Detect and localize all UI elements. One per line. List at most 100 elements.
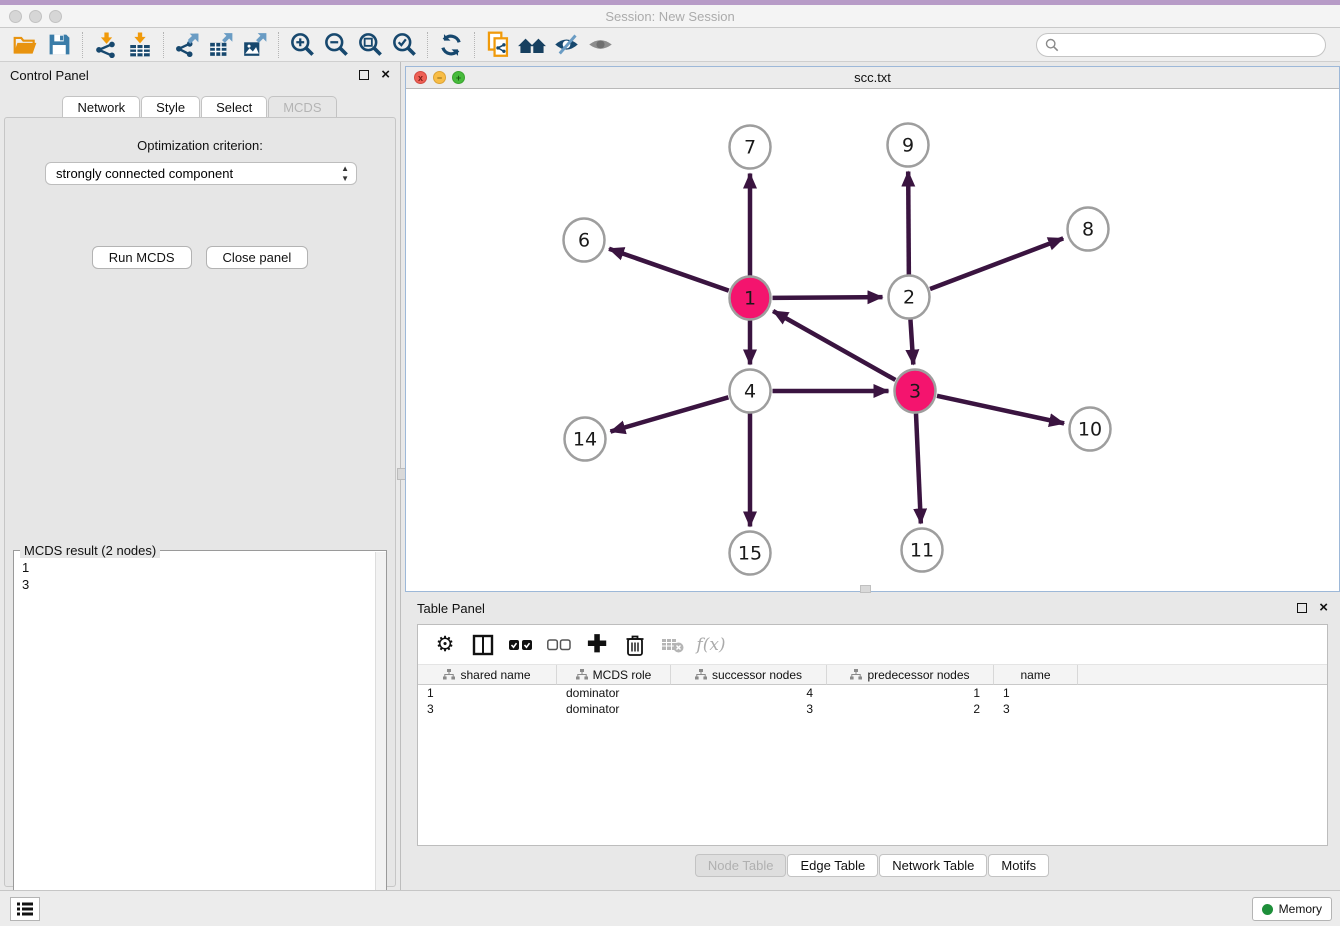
mcds-result-box: MCDS result (2 nodes) 1 3 [13, 550, 387, 926]
column-tree-icon [443, 669, 455, 680]
show-graphics-icon[interactable] [583, 30, 617, 60]
column-header-name[interactable]: name [994, 665, 1078, 685]
run-mcds-button[interactable]: Run MCDS [92, 246, 192, 269]
apply-function-icon[interactable]: f(x) [694, 629, 728, 661]
column-header-MCDS-role[interactable]: MCDS role [557, 665, 671, 685]
export-network-icon[interactable] [170, 30, 204, 60]
edge-2-9[interactable] [908, 171, 909, 274]
cell-shared-name[interactable]: 3 [418, 701, 557, 717]
cell-MCDS-role[interactable]: dominator [557, 685, 671, 701]
deselect-all-rows-icon[interactable] [542, 629, 576, 661]
horizontal-splitter-grip[interactable] [860, 585, 871, 593]
cell-name[interactable]: 3 [994, 701, 1078, 717]
search-input[interactable] [1064, 38, 1325, 52]
zoom-in-icon[interactable] [285, 30, 319, 60]
dropdown-spinner-icon: ▲▼ [341, 164, 349, 184]
memory-label: Memory [1279, 902, 1322, 916]
node-label-14: 14 [573, 429, 597, 451]
close-panel-button[interactable]: Close panel [206, 246, 309, 269]
cell-successor-nodes[interactable]: 3 [671, 701, 827, 717]
node-label-11: 11 [910, 540, 934, 562]
column-header-predecessor-nodes[interactable]: predecessor nodes [827, 665, 994, 685]
table-body: 1dominator4113dominator323 [418, 685, 1327, 717]
import-table-icon[interactable] [123, 30, 157, 60]
node-label-1: 1 [744, 288, 756, 310]
search-field[interactable] [1036, 33, 1326, 57]
table-panel-title: Table Panel [417, 601, 1297, 616]
open-session-icon[interactable] [8, 30, 42, 60]
edge-1-6[interactable] [609, 249, 729, 291]
tab-edge-table[interactable]: Edge Table [787, 854, 878, 877]
clone-network-icon[interactable] [481, 30, 515, 60]
edge-2-3[interactable] [910, 319, 913, 364]
node-label-2: 2 [903, 287, 915, 309]
network-canvas[interactable]: 7968124314101511 [406, 89, 1339, 591]
tab-node-table[interactable]: Node Table [695, 854, 787, 877]
table-options-icon[interactable]: ⚙ [428, 629, 462, 661]
delete-column-icon[interactable] [618, 629, 652, 661]
task-history-button[interactable] [10, 897, 40, 921]
optimization-criterion-label: Optimization criterion: [5, 138, 395, 153]
hide-panel-icon[interactable] [549, 30, 583, 60]
export-table-icon[interactable] [204, 30, 238, 60]
import-network-icon[interactable] [89, 30, 123, 60]
control-panel-float-icon[interactable] [359, 70, 369, 80]
tab-select[interactable]: Select [201, 96, 267, 118]
tab-motifs[interactable]: Motifs [988, 854, 1049, 877]
edge-3-11[interactable] [916, 413, 921, 523]
network-window-title: scc.txt [406, 70, 1339, 85]
edge-3-1[interactable] [773, 311, 895, 380]
network-view-window: x − + scc.txt 7968124314101511 [405, 66, 1340, 592]
tab-mcds[interactable]: MCDS [268, 96, 336, 118]
table-panel-float-icon[interactable] [1297, 603, 1307, 613]
node-label-8: 8 [1082, 219, 1094, 241]
mcds-result-scrollbar[interactable] [375, 552, 386, 924]
cell-MCDS-role[interactable]: dominator [557, 701, 671, 717]
cell-name[interactable]: 1 [994, 685, 1078, 701]
tab-style[interactable]: Style [141, 96, 200, 118]
edge-4-14[interactable] [610, 397, 728, 431]
column-header-successor-nodes[interactable]: successor nodes [671, 665, 827, 685]
show-column-panel-icon[interactable] [466, 629, 500, 661]
tab-network-table[interactable]: Network Table [879, 854, 987, 877]
select-all-rows-icon[interactable] [504, 629, 538, 661]
cell-predecessor-nodes[interactable]: 1 [827, 685, 994, 701]
control-panel-close-icon[interactable]: × [381, 70, 390, 80]
column-tree-icon [695, 669, 707, 680]
edge-2-8[interactable] [930, 238, 1063, 289]
app-titlebar: Session: New Session [0, 5, 1340, 28]
node-label-7: 7 [744, 137, 756, 159]
node-label-3: 3 [909, 381, 921, 403]
cell-successor-nodes[interactable]: 4 [671, 685, 827, 701]
table-row[interactable]: 1dominator411 [418, 685, 1327, 701]
mcds-result-text[interactable]: 1 3 [14, 555, 374, 925]
cell-shared-name[interactable]: 1 [418, 685, 557, 701]
column-header-shared-name[interactable]: shared name [418, 665, 557, 685]
search-icon [1045, 38, 1059, 52]
memory-button[interactable]: Memory [1252, 897, 1332, 921]
edge-1-2[interactable] [772, 297, 882, 298]
zoom-selected-icon[interactable] [387, 30, 421, 60]
zoom-out-icon[interactable] [319, 30, 353, 60]
refresh-icon[interactable] [434, 30, 468, 60]
node-label-10: 10 [1078, 419, 1102, 441]
export-image-icon[interactable] [238, 30, 272, 60]
tab-network[interactable]: Network [62, 96, 140, 118]
column-tree-icon [576, 669, 588, 680]
home-layout-icon[interactable] [515, 30, 549, 60]
status-bar: Memory [0, 890, 1340, 926]
criterion-dropdown[interactable]: strongly connected component ▲▼ [45, 162, 357, 185]
table-panel-close-icon[interactable]: × [1319, 603, 1328, 613]
save-session-icon[interactable] [42, 30, 76, 60]
criterion-dropdown-value: strongly connected component [56, 166, 233, 181]
cell-predecessor-nodes[interactable]: 2 [827, 701, 994, 717]
control-panel-title: Control Panel [10, 68, 359, 83]
node-label-4: 4 [744, 381, 756, 403]
table-row[interactable]: 3dominator323 [418, 701, 1327, 717]
network-window-titlebar[interactable]: x − + scc.txt [406, 67, 1339, 89]
edge-3-10[interactable] [937, 396, 1064, 424]
task-list-icon [16, 901, 34, 917]
zoom-fit-icon[interactable] [353, 30, 387, 60]
add-column-icon[interactable]: ✚ [580, 629, 614, 661]
delete-table-icon[interactable] [656, 629, 690, 661]
